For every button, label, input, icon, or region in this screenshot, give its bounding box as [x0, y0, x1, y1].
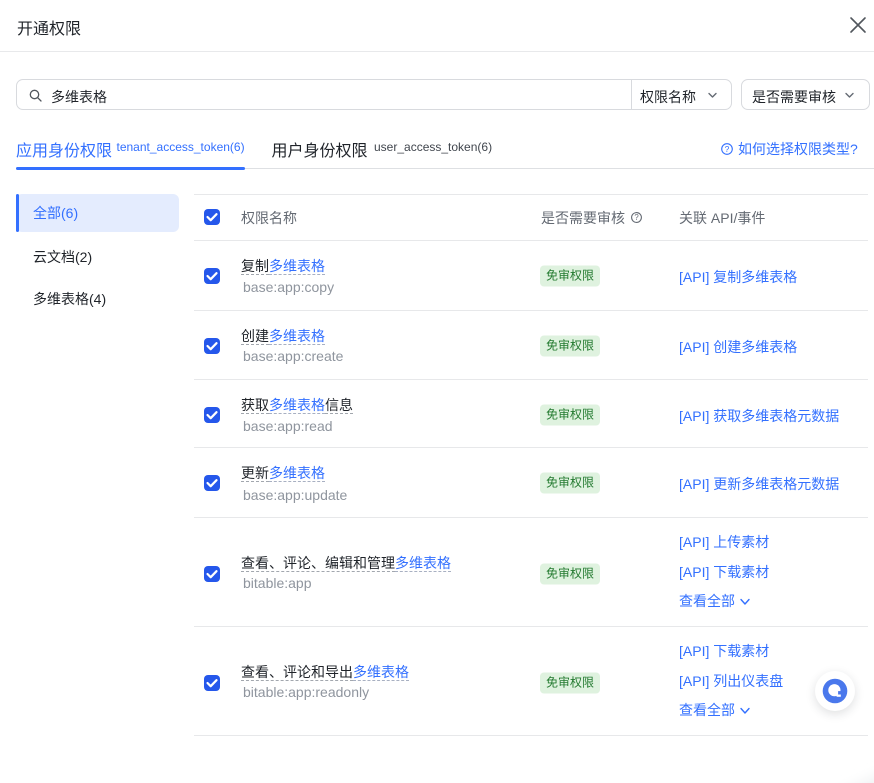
svg-text:?: ?	[725, 143, 730, 153]
svg-text:?: ?	[634, 213, 639, 222]
